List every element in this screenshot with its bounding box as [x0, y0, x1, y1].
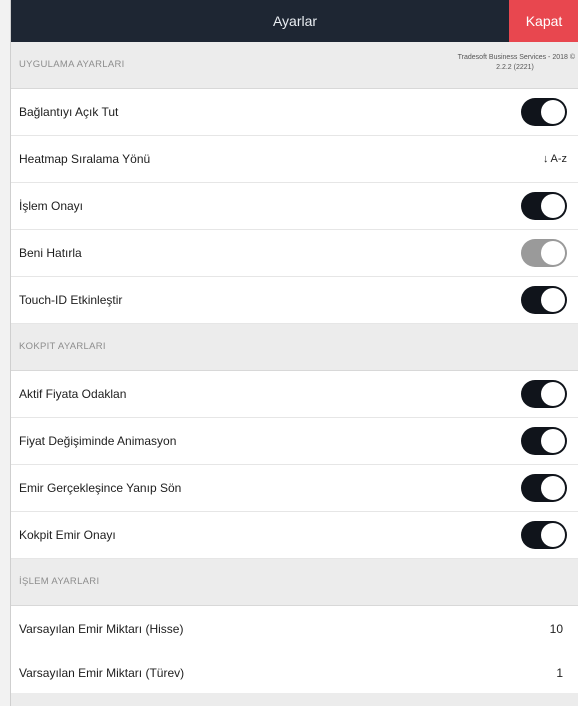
cockpit-confirm-toggle[interactable] [521, 521, 567, 549]
setting-label: Aktif Fiyata Odaklan [19, 387, 127, 401]
page-title: Ayarlar [272, 13, 318, 29]
setting-label: Heatmap Sıralama Yönü [19, 152, 151, 166]
toggle-knob [541, 429, 565, 453]
setting-row-heatmap-sort[interactable]: Heatmap Sıralama Yönü ↓ A-z [11, 136, 578, 183]
price-animation-toggle[interactable] [521, 427, 567, 455]
setting-label: Kokpit Emir Onayı [19, 528, 116, 542]
toggle-knob [541, 523, 565, 547]
default-qty-stock-value[interactable]: 10 [550, 606, 563, 652]
setting-row-default-qty-derivative[interactable]: Varsayılan Emir Miktarı (Türev) 1 [11, 650, 578, 697]
toggle-knob [541, 194, 565, 218]
setting-label: Emir Gerçekleşince Yanıp Sön [19, 481, 182, 495]
setting-row-touch-id: Touch-ID Etkinleştir [11, 277, 578, 324]
app-info: Tradesoft Business Services - 2018 © 2.2… [405, 53, 575, 73]
settings-panel: Ayarlar Kapat UYGULAMA AYARLARI Tradesof… [10, 0, 578, 706]
setting-row-price-animation: Fiyat Değişiminde Animasyon [11, 418, 578, 465]
close-button[interactable]: Kapat [509, 0, 578, 42]
setting-row-keep-alive: Bağlantıyı Açık Tut [11, 89, 578, 136]
sort-arrow-down-icon: ↓ [543, 153, 549, 165]
setting-row-cockpit-confirm: Kokpit Emir Onayı [11, 512, 578, 559]
setting-label: İşlem Onayı [19, 199, 84, 213]
setting-label: Fiyat Değişiminde Animasyon [19, 434, 177, 448]
setting-row-default-qty-stock[interactable]: Varsayılan Emir Miktarı (Hisse) 10 [11, 606, 578, 653]
trade-confirm-toggle[interactable] [521, 192, 567, 220]
toggle-knob [541, 288, 565, 312]
section-title: İŞLEM AYARLARI [19, 576, 100, 587]
toggle-knob [541, 382, 565, 406]
toggle-knob [541, 241, 565, 265]
keep-alive-toggle[interactable] [521, 98, 567, 126]
section-header-trade-settings: İŞLEM AYARLARI [11, 559, 578, 606]
setting-row-focus-price: Aktif Fiyata Odaklan [11, 371, 578, 418]
focus-price-toggle[interactable] [521, 380, 567, 408]
copyright-text: Tradesoft Business Services - 2018 © [457, 54, 575, 61]
setting-row-remember-me: Beni Hatırla [11, 230, 578, 277]
section-header-cockpit-settings: KOKPIT AYARLARI [11, 324, 578, 371]
title-bar: Ayarlar Kapat [11, 0, 578, 42]
touch-id-toggle[interactable] [521, 286, 567, 314]
heatmap-sort-selector[interactable]: ↓ A-z [543, 136, 567, 182]
setting-label: Touch-ID Etkinleştir [19, 293, 123, 307]
default-qty-derivative-value[interactable]: 1 [556, 650, 563, 696]
bottom-section-strip [11, 693, 578, 706]
setting-row-order-blink: Emir Gerçekleşince Yanıp Sön [11, 465, 578, 512]
setting-label: Bağlantıyı Açık Tut [19, 105, 119, 119]
setting-label: Varsayılan Emir Miktarı (Türev) [19, 666, 185, 680]
order-blink-toggle[interactable] [521, 474, 567, 502]
setting-label: Varsayılan Emir Miktarı (Hisse) [19, 622, 184, 636]
setting-row-trade-confirm: İşlem Onayı [11, 183, 578, 230]
sort-value: A-z [550, 153, 568, 165]
version-text: 2.2.2 (2221) [496, 64, 534, 71]
toggle-knob [541, 476, 565, 500]
toggle-knob [541, 100, 565, 124]
section-header-app-settings: UYGULAMA AYARLARI Tradesoft Business Ser… [11, 42, 578, 89]
setting-label: Beni Hatırla [19, 246, 82, 260]
section-title: KOKPIT AYARLARI [19, 341, 106, 352]
section-title: UYGULAMA AYARLARI [19, 59, 125, 70]
remember-me-toggle[interactable] [521, 239, 567, 267]
